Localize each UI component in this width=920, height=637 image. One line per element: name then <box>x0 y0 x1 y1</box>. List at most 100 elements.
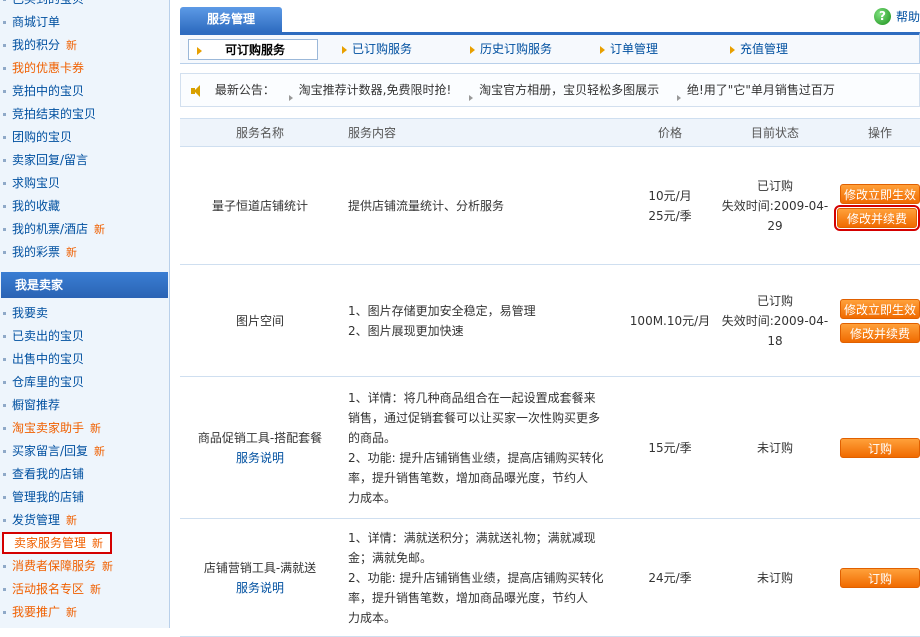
announcement-link[interactable]: 淘宝推荐计数器,免费限时抢! <box>287 83 452 97</box>
status-cell: 已订购 失效时间:2009-04- 18 <box>720 264 830 377</box>
sidebar-item[interactable]: 竞拍中的宝贝 <box>0 80 169 103</box>
action-cell: 订购 <box>830 518 920 637</box>
status-line: 未订购 <box>756 440 793 455</box>
status-line: 未订购 <box>756 570 793 585</box>
tab-recharge-management[interactable]: 充值管理 <box>726 39 788 60</box>
tab-subscribed-services[interactable]: 已订购服务 <box>338 39 412 60</box>
new-badge: 新 <box>90 583 102 596</box>
col-header-name: 服务名称 <box>180 118 340 147</box>
sidebar-item[interactable]: 仓库里的宝贝 <box>0 371 169 394</box>
tab-history-services[interactable]: 历史订购服务 <box>466 39 552 60</box>
service-content-line: 力成本。 <box>348 490 397 505</box>
sidebar-item-label: 卖家回复/留言 <box>12 153 89 167</box>
sidebar-item-label: 已买到的宝贝 <box>12 0 84 6</box>
sidebar-item[interactable]: 已买到的宝贝 <box>0 0 169 11</box>
sidebar-item-active[interactable]: 卖家服务管理新 <box>2 532 112 554</box>
sidebar-item[interactable]: 我要卖 <box>0 302 169 325</box>
sidebar-item[interactable]: 消费者保障服务新 <box>0 555 169 578</box>
new-badge: 新 <box>66 606 78 619</box>
sidebar-item-label: 求购宝贝 <box>12 176 61 190</box>
sidebar-item-label: 出售中的宝贝 <box>12 352 85 366</box>
sidebar-item[interactable]: 已卖出的宝贝 <box>0 325 169 348</box>
page-title: 服务管理 <box>180 7 282 32</box>
price-cell: 100M.10元/月 <box>620 264 720 377</box>
service-content-cell: 1、图片存储更加安全稳定，易管理 2、图片展现更加快速 <box>340 264 620 377</box>
price-line: 100M.10元/月 <box>629 313 711 328</box>
status-cell: 已订购 失效时间:2009-04- 29 <box>720 146 830 265</box>
sidebar-item[interactable]: 我的机票/酒店新 <box>0 218 169 241</box>
table-header-row: 服务名称 服务内容 价格 目前状态 操作 <box>180 118 920 147</box>
service-info-link[interactable]: 服务说明 <box>236 451 284 465</box>
new-badge: 新 <box>66 514 78 527</box>
col-header-status: 目前状态 <box>720 118 830 147</box>
sidebar-item[interactable]: 发货管理新 <box>0 509 169 532</box>
sidebar-item[interactable]: 橱窗推荐 <box>0 394 169 417</box>
sidebar-item[interactable]: 卖家回复/留言 <box>0 149 169 172</box>
subscribe-button[interactable]: 订购 <box>840 437 920 458</box>
sidebar-item-label: 管理我的店铺 <box>12 490 85 504</box>
status-line: 已订购 <box>756 293 793 308</box>
sidebar-item[interactable]: 活动报名专区新 <box>0 578 169 601</box>
status-cell: 未订购 <box>720 376 830 519</box>
sidebar-item-label: 查看我的店铺 <box>12 467 85 481</box>
new-badge: 新 <box>66 39 78 52</box>
sidebar-item-label: 买家留言/回复 <box>12 444 89 458</box>
col-header-action: 操作 <box>830 118 920 147</box>
service-content-line: 金；满就免邮。 <box>348 550 433 565</box>
sidebar-item[interactable]: 我的彩票新 <box>0 241 169 264</box>
modify-now-button[interactable]: 修改立即生效 <box>840 183 920 204</box>
subscribe-button[interactable]: 订购 <box>840 567 920 588</box>
sidebar-item[interactable]: 管理我的店铺 <box>0 486 169 509</box>
sidebar-item-label: 活动报名专区 <box>12 582 85 596</box>
sidebar-item[interactable]: 我的优惠卡券 <box>0 57 169 80</box>
sidebar-item[interactable]: 团购的宝贝 <box>0 126 169 149</box>
sidebar-item[interactable]: 卖家服务管理新 <box>0 532 169 555</box>
sidebar-item[interactable]: 查看我的店铺 <box>0 463 169 486</box>
sidebar-item[interactable]: 竞拍结束的宝贝 <box>0 103 169 126</box>
modify-renew-button[interactable]: 修改并续费 <box>840 322 920 343</box>
status-line: 失效时间:2009-04- <box>721 313 829 328</box>
announcement-label: 最新公告： <box>214 83 275 97</box>
service-content-cell: 1、详情：满就送积分；满就送礼物；满就减现 金；满就免邮。 2、功能: 提升店铺销售… <box>340 518 620 637</box>
sidebar-item[interactable]: 求购宝贝 <box>0 172 169 195</box>
price-line: 24元/季 <box>648 570 692 585</box>
help-link[interactable]: ? 帮助 <box>873 8 920 26</box>
sidebar-item[interactable]: 我要推广新 <box>0 601 169 624</box>
price-line: 15元/季 <box>648 440 692 455</box>
tab-available-services[interactable]: 可订购服务 <box>188 39 318 60</box>
modify-now-button[interactable]: 修改立即生效 <box>840 298 920 319</box>
modify-renew-button[interactable]: 修改并续费 <box>834 204 920 231</box>
table-row: 量子恒道店铺统计 提供店铺流量统计、分析服务 10元/月 25元/季 已订购 失效时间:2… <box>180 146 920 265</box>
service-name: 量子恒道店铺统计 <box>211 198 308 213</box>
service-nav: 可订购服务 已订购服务 历史订购服务 订单管理 充值管理 <box>180 32 920 64</box>
sidebar-item[interactable]: 我的收藏 <box>0 195 169 218</box>
service-content-line: 2、功能: 提升店铺销售业绩，提高店铺购买转化 <box>348 570 604 585</box>
tab-order-management[interactable]: 订单管理 <box>596 39 658 60</box>
new-badge: 新 <box>94 445 106 458</box>
sidebar-item-label: 已卖出的宝贝 <box>12 329 85 343</box>
price-cell: 10元/月 25元/季 <box>620 146 720 265</box>
sidebar-item[interactable]: 出售中的宝贝 <box>0 348 169 371</box>
service-name-cell: 商品促销工具-搭配套餐 服务说明 <box>180 376 340 519</box>
action-cell: 修改立即生效 修改并续费 <box>830 146 920 265</box>
sidebar-item[interactable]: 商城订单 <box>0 11 169 34</box>
service-content-line: 提供店铺流量统计、分析服务 <box>348 198 505 213</box>
service-info-link[interactable]: 服务说明 <box>236 581 284 595</box>
service-content-line: 销售，通过促销套餐可以让买家一次性购买更多 <box>348 410 601 425</box>
price-cell: 15元/季 <box>620 376 720 519</box>
announcement-link[interactable]: 淘宝官方相册，宝贝轻松多图展示 <box>467 83 659 97</box>
new-badge: 新 <box>102 560 114 573</box>
col-header-price: 价格 <box>620 118 720 147</box>
sidebar-item-label: 商城订单 <box>12 15 61 29</box>
service-content-cell: 提供店铺流量统计、分析服务 <box>340 146 620 265</box>
sidebar-item[interactable]: 买家留言/回复新 <box>0 440 169 463</box>
sidebar-item[interactable]: 淘宝卖家助手新 <box>0 417 169 440</box>
sidebar-item[interactable]: 我的积分新 <box>0 34 169 57</box>
service-content-line: 率，提升销售笔数，增加商品曝光度，节约人 <box>348 590 589 605</box>
sidebar-item-label: 消费者保障服务 <box>12 559 97 573</box>
status-cell: 未订购 <box>720 518 830 637</box>
announcement-link[interactable]: 绝!用了"它"单月销售过百万 <box>675 83 835 97</box>
table-row: 店铺营销工具-满就送 服务说明 1、详情：满就送积分；满就送礼物；满就减现 金；满就免… <box>180 518 920 637</box>
sidebar-item-label: 我要卖 <box>12 306 49 320</box>
sidebar-item-label: 团购的宝贝 <box>12 130 73 144</box>
